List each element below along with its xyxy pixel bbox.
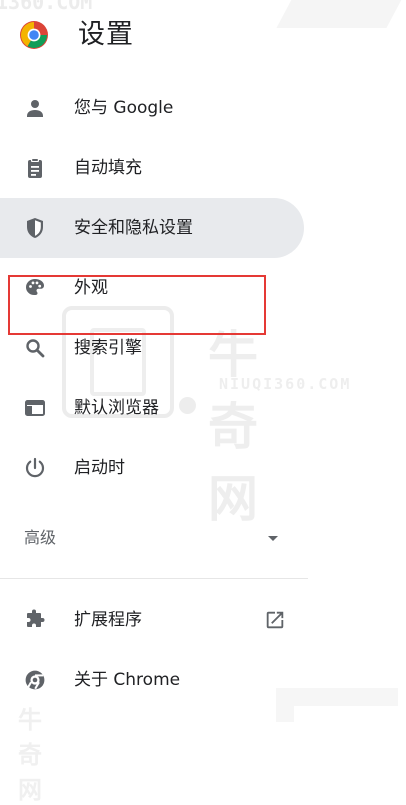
- sidebar-item-extensions[interactable]: 扩展程序: [0, 590, 304, 650]
- clipboard-icon: [28, 158, 42, 178]
- sidebar-item-label: 关于 Chrome: [74, 670, 181, 690]
- sidebar-item-you-and-google[interactable]: 您与 Google: [0, 78, 304, 138]
- sidebar-item-autofill[interactable]: 自动填充: [0, 138, 304, 198]
- page-title: 设置: [78, 19, 134, 50]
- sidebar-item-privacy-security[interactable]: 安全和隐私设置: [0, 198, 304, 258]
- sidebar-item-label: 您与 Google: [74, 98, 174, 118]
- sidebar-item-search-engine[interactable]: 搜索引擎: [0, 318, 304, 378]
- sidebar-item-on-startup[interactable]: 启动时: [0, 438, 304, 498]
- power-icon: [25, 457, 45, 478]
- chevron-down-icon: [268, 536, 278, 541]
- shield-icon: [27, 218, 43, 238]
- sidebar-item-label: 自动填充: [74, 158, 142, 178]
- advanced-label: 高级: [24, 528, 57, 547]
- sidebar-item-label: 启动时: [74, 458, 125, 478]
- person-icon: [27, 100, 43, 117]
- search-icon: [26, 339, 45, 358]
- sidebar-item-label: 安全和隐私设置: [74, 218, 193, 238]
- divider: [0, 578, 308, 579]
- watermark-bottom-left: 牛奇网: [18, 706, 50, 804]
- chrome-logo-icon: [20, 21, 48, 49]
- sidebar-item-label: 默认浏览器: [74, 398, 159, 418]
- sidebar-item-label: 扩展程序: [74, 610, 142, 630]
- open-in-new-icon[interactable]: [264, 609, 286, 631]
- sidebar-item-appearance[interactable]: 外观: [0, 258, 304, 318]
- sidebar-item-label: 搜索引擎: [74, 338, 142, 358]
- puzzle-icon: [27, 609, 45, 627]
- advanced-section[interactable]: 高级: [0, 516, 306, 562]
- palette-icon: [26, 279, 44, 295]
- sidebar-item-about-chrome[interactable]: 关于 Chrome: [0, 650, 304, 710]
- sidebar-item-label: 外观: [74, 278, 108, 298]
- settings-header: 设置: [0, 0, 406, 72]
- browser-icon: [25, 400, 45, 416]
- chrome-outline-icon: [25, 670, 45, 690]
- sidebar-item-default-browser[interactable]: 默认浏览器: [0, 378, 304, 438]
